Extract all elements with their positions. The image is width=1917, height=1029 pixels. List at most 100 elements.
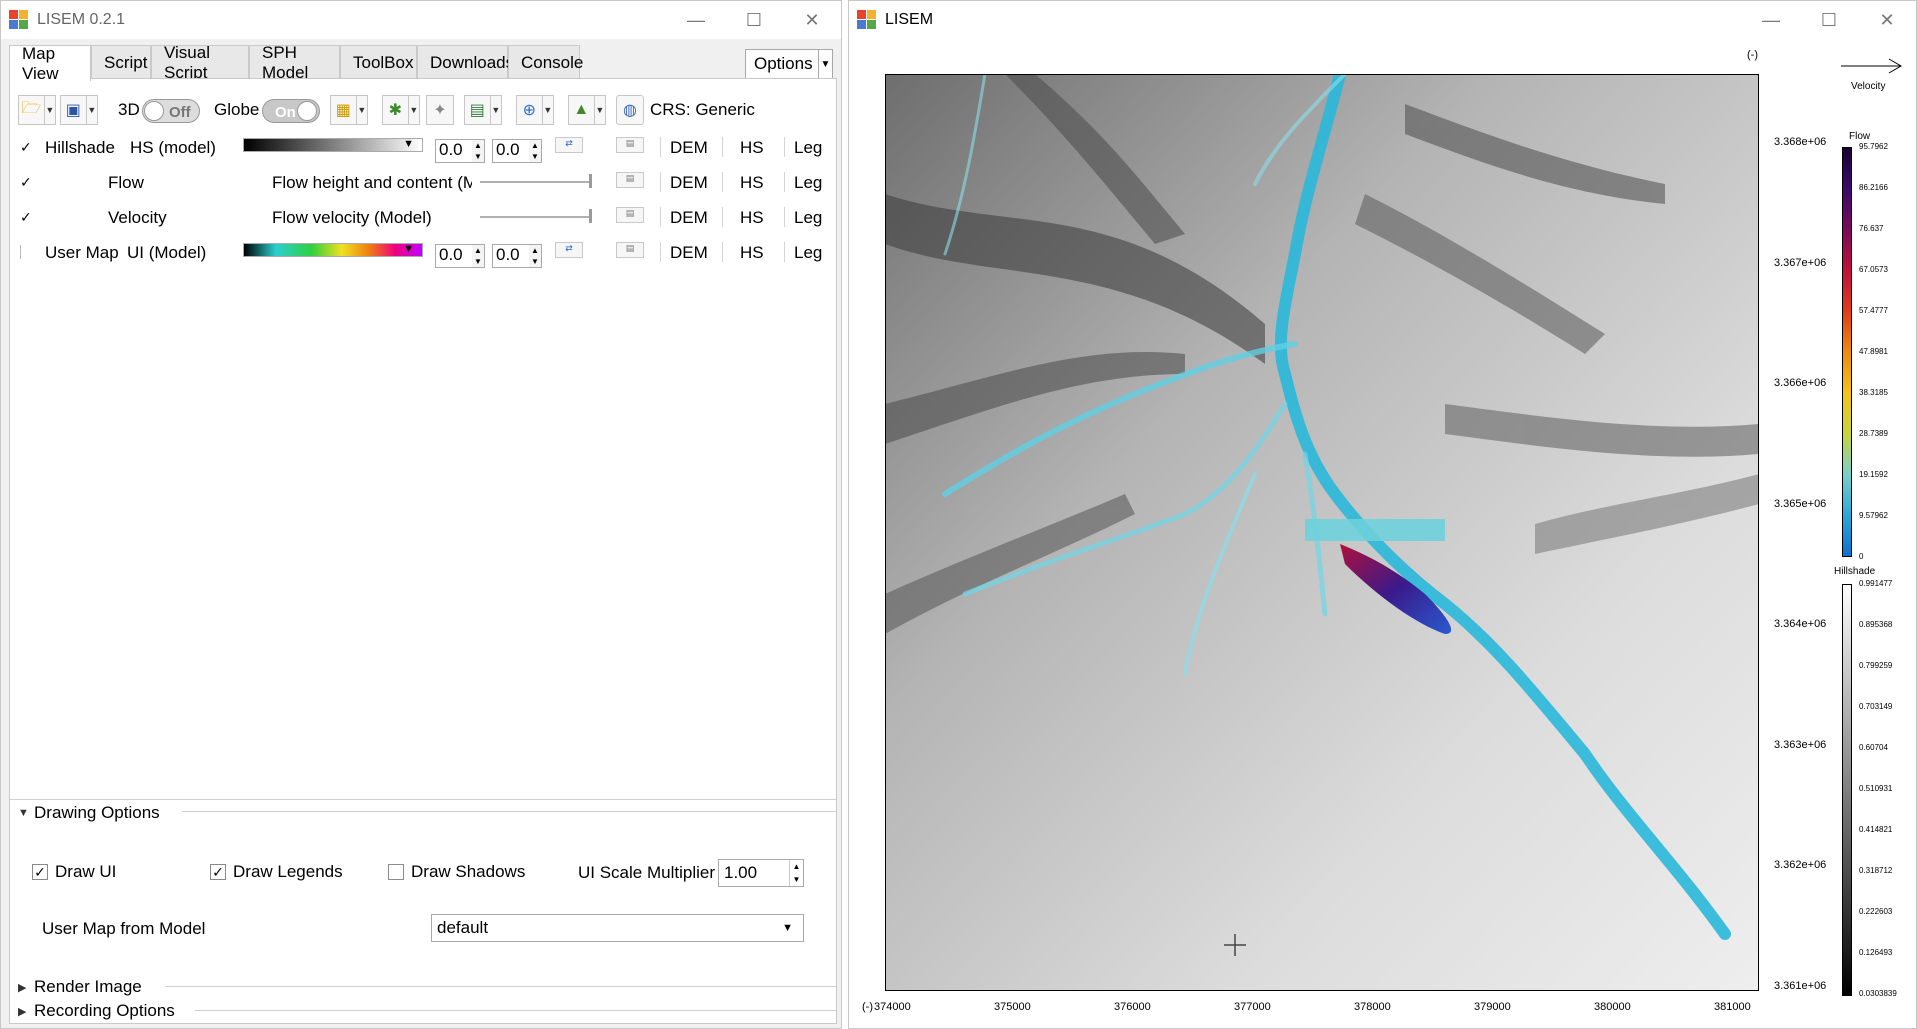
colormap-selector[interactable]: ▼ [243, 243, 423, 257]
chevron-down-icon[interactable]: ▼ [403, 138, 414, 150]
colormap-selector[interactable]: ▼ [243, 138, 423, 152]
layer-name: Velocity [108, 208, 167, 227]
hs-button[interactable]: HS [740, 243, 764, 263]
slider-handle[interactable] [589, 174, 592, 188]
dem-button[interactable]: DEM [670, 208, 708, 228]
draw-legends-checkbox[interactable]: ✓ Draw Legends [210, 862, 343, 882]
slider-handle[interactable] [589, 209, 592, 223]
layer-visible-checkbox[interactable] [20, 245, 34, 259]
hillshade-legend-title: Hillshade [1834, 566, 1876, 577]
opacity-slider[interactable] [480, 209, 592, 223]
chevron-down-icon[interactable]: ▼ [818, 50, 832, 78]
toggle-knob [297, 101, 317, 121]
tab-console[interactable]: Console [508, 45, 583, 79]
spin-arrows-icon[interactable]: ▲ ▼ [472, 245, 484, 267]
arrow-right-icon [1841, 58, 1902, 74]
chevron-down-icon[interactable]: ▼ [43, 96, 55, 124]
layer-visible-checkbox[interactable]: ✓ [20, 175, 34, 189]
save-icon: ▣ [65, 102, 81, 119]
hillshade-tick-label: 0.799259 [1859, 661, 1893, 670]
tab-visual-script[interactable]: Visual Script [151, 43, 249, 82]
spin-arrows-icon[interactable]: ▲ ▼ [472, 140, 484, 162]
zoom-icon: ⊕ [522, 102, 536, 119]
chevron-down-icon[interactable]: ▼ [593, 96, 605, 124]
layer-visible-checkbox[interactable]: ✓ [20, 140, 34, 154]
layer-stack-button[interactable]: ▤ ▼ [464, 95, 502, 125]
tab-sph-model[interactable]: SPH Model [249, 43, 340, 82]
settings-button[interactable]: ▤ [616, 137, 644, 153]
pan-button[interactable]: ✦ [426, 95, 454, 125]
max-value-input[interactable]: 0.0 ▲ ▼ [492, 139, 542, 163]
layer-row[interactable]: ✓ Hillshade HS (model) ▼ 0.0 ▲ ▼ 0.0 ▲ ▼ ⇄ ▤… [10, 131, 836, 165]
layer-source: Flow height and content (M [272, 173, 472, 192]
mountain-icon: ▲ [573, 101, 590, 118]
ui-scale-input[interactable]: 1.00 ▲ ▼ [718, 859, 804, 887]
swap-button[interactable]: ⇄ [555, 242, 583, 258]
dem-button[interactable]: DEM [670, 243, 708, 263]
close-button[interactable]: ✕ [1858, 1, 1916, 39]
chevron-down-icon[interactable]: ▼ [489, 96, 501, 124]
settings-button[interactable]: ▤ [616, 172, 644, 188]
minimize-button[interactable]: — [667, 1, 725, 39]
left-titlebar[interactable]: LISEM 0.2.1 — ☐ ✕ [1, 1, 841, 39]
map-toolbar: 🗁 ▼ ▣ ▼ 3D Off Globe On ▦ ▼ ✱ ▼ ✦ ▤ ▼ ⊕ … [18, 95, 828, 125]
toggle-3d[interactable]: Off [142, 99, 200, 123]
legend-button[interactable]: Leg [794, 243, 822, 263]
min-value-input[interactable]: 0.0 ▲ ▼ [435, 244, 485, 268]
recording-options-header[interactable]: ▶ Recording Options [18, 1001, 175, 1021]
chevron-down-icon[interactable]: ▼ [541, 96, 553, 124]
drawing-options-header[interactable]: ▼ Drawing Options [18, 803, 160, 823]
toggle-globe[interactable]: On [262, 99, 320, 123]
settings-button[interactable]: ▤ [616, 207, 644, 223]
chevron-down-icon[interactable]: ▼ [355, 96, 367, 124]
layer-row[interactable]: ✓ Velocity Flow velocity (Model) ▤ DEM H… [10, 201, 836, 235]
legend-button[interactable]: Leg [794, 208, 822, 228]
chevron-down-icon[interactable]: ▼ [85, 96, 97, 124]
save-button[interactable]: ▣ ▼ [60, 95, 98, 125]
chevron-down-icon[interactable]: ▼ [407, 96, 419, 124]
spin-arrows-icon[interactable]: ▲ ▼ [529, 140, 541, 162]
min-value-input[interactable]: 0.0 ▲ ▼ [435, 139, 485, 163]
open-file-button[interactable]: 🗁 ▼ [18, 95, 56, 125]
user-map-select[interactable]: default ▼ [431, 914, 804, 942]
hs-button[interactable]: HS [740, 208, 764, 228]
chevron-down-icon[interactable]: ▼ [403, 243, 414, 255]
hs-button[interactable]: HS [740, 138, 764, 158]
draw-ui-checkbox[interactable]: ✓ Draw UI [32, 862, 116, 882]
options-button[interactable]: Options ▼ [745, 49, 833, 79]
spin-arrows-icon[interactable]: ▲ ▼ [529, 245, 541, 267]
tab-toolbox[interactable]: ToolBox [340, 45, 417, 79]
legend-button[interactable]: Leg [794, 138, 822, 158]
flow-barrier [1305, 519, 1445, 541]
crs-button[interactable]: ◍ [616, 95, 644, 125]
close-button[interactable]: ✕ [783, 1, 841, 39]
maximize-button[interactable]: ☐ [725, 1, 783, 39]
legend-button[interactable]: Leg [794, 173, 822, 193]
layer-row[interactable]: User Map UI (Model) ▼ 0.0 ▲ ▼ 0.0 ▲ ▼ ⇄ ▤ DE… [10, 236, 836, 270]
opacity-slider[interactable] [480, 174, 592, 188]
minimize-button[interactable]: — [1742, 1, 1800, 39]
tab-script[interactable]: Script [91, 45, 151, 79]
hillshade-tick-label: 0.703149 [1859, 702, 1893, 711]
swap-button[interactable]: ⇄ [555, 137, 583, 153]
tab-map-view[interactable]: Map View [9, 44, 91, 83]
add-feature-button[interactable]: ✱ ▼ [382, 95, 420, 125]
right-titlebar[interactable]: LISEM — ☐ ✕ [849, 1, 1916, 39]
toggle-3d-state: Off [169, 104, 191, 121]
map-canvas[interactable] [885, 74, 1759, 991]
grid-layer-button[interactable]: ▦ ▼ [330, 95, 368, 125]
tab-downloads[interactable]: Downloads [417, 45, 514, 79]
render-image-header[interactable]: ▶ Render Image [18, 977, 142, 997]
zoom-button[interactable]: ⊕ ▼ [516, 95, 554, 125]
dem-button[interactable]: DEM [670, 173, 708, 193]
max-value-input[interactable]: 0.0 ▲ ▼ [492, 244, 542, 268]
layer-visible-checkbox[interactable]: ✓ [20, 210, 34, 224]
layer-row[interactable]: ✓ Flow Flow height and content (M ▤ DEM … [10, 166, 836, 200]
maximize-button[interactable]: ☐ [1800, 1, 1858, 39]
hs-button[interactable]: HS [740, 173, 764, 193]
settings-button[interactable]: ▤ [616, 242, 644, 258]
terrain-button[interactable]: ▲ ▼ [568, 95, 606, 125]
dem-button[interactable]: DEM [670, 138, 708, 158]
spin-arrows-icon[interactable]: ▲ ▼ [789, 860, 803, 886]
draw-shadows-checkbox[interactable]: Draw Shadows [388, 862, 525, 882]
